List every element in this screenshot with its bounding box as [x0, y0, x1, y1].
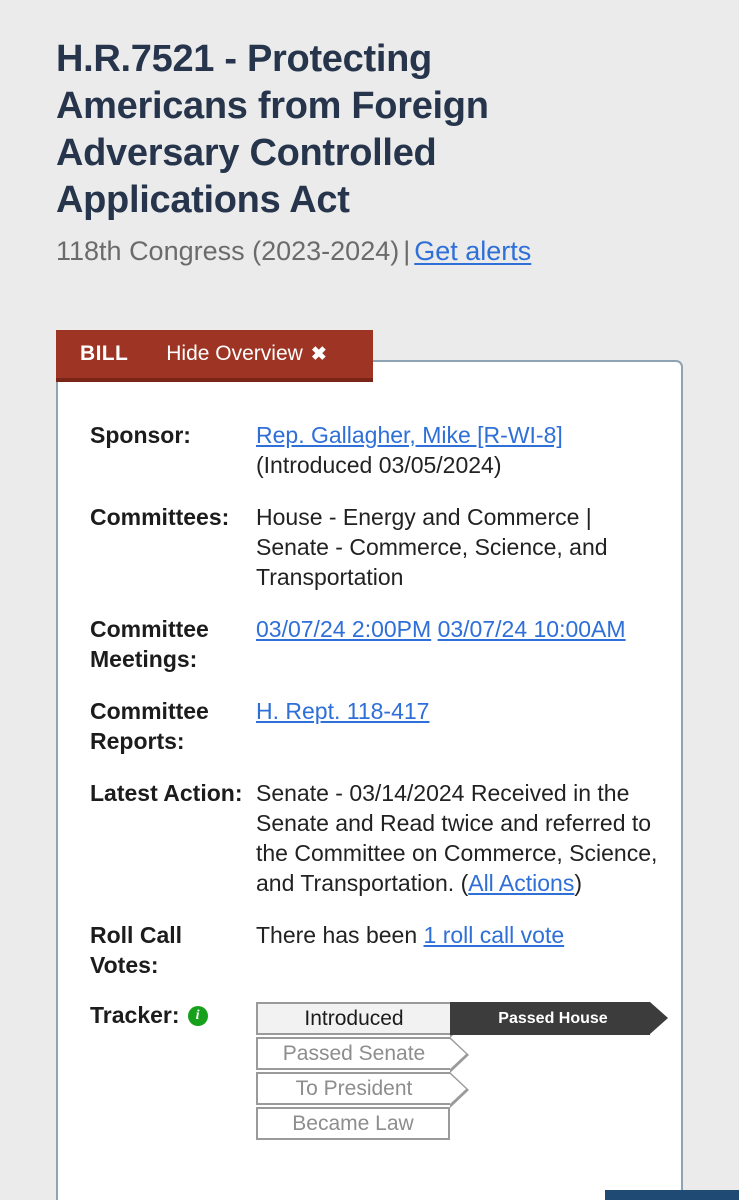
row-committee-meetings: Committee Meetings: 03/07/24 2:00PM 03/0…: [90, 614, 670, 674]
bill-page: H.R.7521 - Protecting Americans from For…: [0, 0, 739, 1200]
row-label-committee-meetings: Committee Meetings:: [90, 616, 209, 672]
right-gutter: [683, 0, 739, 1200]
committee-report-link[interactable]: H. Rept. 118-417: [256, 698, 429, 724]
tracker-step-passed-house[interactable]: Passed House: [450, 1002, 668, 1035]
row-value-roll-call-votes: There has been 1 roll call vote: [256, 920, 670, 980]
row-roll-call-votes: Roll Call Votes: There has been 1 roll c…: [90, 920, 670, 980]
get-alerts-link[interactable]: Get alerts: [414, 236, 531, 266]
row-label-latest-action: Latest Action:: [90, 780, 243, 806]
tracker-label-text: Tracker:: [90, 1002, 180, 1028]
title-block: H.R.7521 - Protecting Americans from For…: [56, 36, 676, 268]
bill-progress-tracker: Introduced Passed House Passed Senate To…: [256, 1002, 668, 1142]
separator: |: [403, 236, 411, 266]
hide-overview-label: Hide Overview: [166, 342, 303, 365]
roll-call-text: There has been: [256, 922, 424, 948]
bill-type-label: BILL: [80, 342, 129, 365]
row-value-sponsor: Rep. Gallagher, Mike [R-WI-8] (Introduce…: [256, 420, 670, 480]
close-icon: ✖: [310, 343, 327, 365]
sponsor-introduced-date: (Introduced 03/05/2024): [256, 452, 502, 478]
row-sponsor: Sponsor: Rep. Gallagher, Mike [R-WI-8] (…: [90, 420, 670, 480]
bottom-accent-bar: [605, 1190, 739, 1200]
row-label-sponsor: Sponsor:: [90, 422, 191, 448]
row-label-committees: Committees:: [90, 504, 230, 530]
tracker-step-passed-house-label: Passed House: [498, 1009, 608, 1027]
row-label-roll-call-votes: Roll Call Votes:: [90, 922, 183, 978]
row-committees: Committees: House - Energy and Commerce …: [90, 502, 670, 592]
committee-meeting-link-1[interactable]: 03/07/24 2:00PM: [256, 616, 431, 642]
tracker-step-became-law-label: Became Law: [292, 1111, 414, 1135]
tracker-step-to-president-label: To President: [295, 1076, 413, 1100]
hide-overview-button[interactable]: Hide Overview ✖: [166, 342, 326, 366]
tracker-step-passed-senate[interactable]: Passed Senate: [256, 1037, 469, 1073]
tracker-step-passed-senate-label: Passed Senate: [282, 1041, 426, 1065]
row-value-committee-reports: H. Rept. 118-417: [256, 696, 670, 756]
sponsor-link[interactable]: Rep. Gallagher, Mike [R-WI-8]: [256, 422, 563, 448]
tracker-step-introduced-label: Introduced: [304, 1006, 404, 1030]
row-label-tracker: Tracker: i: [90, 1002, 256, 1029]
tracker-step-to-president[interactable]: To President: [256, 1072, 469, 1108]
bill-overview-card: Sponsor: Rep. Gallagher, Mike [R-WI-8] (…: [56, 360, 683, 1200]
overview-banner: BILL Hide Overview ✖: [56, 330, 373, 382]
page-title: H.R.7521 - Protecting Americans from For…: [56, 38, 489, 221]
row-latest-action: Latest Action: Senate - 03/14/2024 Recei…: [90, 778, 670, 898]
roll-call-vote-link[interactable]: 1 roll call vote: [424, 922, 565, 948]
row-value-latest-action: Senate - 03/14/2024 Received in the Sena…: [256, 778, 670, 898]
row-value-committees: House - Energy and Commerce | Senate - C…: [256, 504, 608, 590]
row-tracker: Tracker: i Introduced Passed House Passe…: [90, 1002, 670, 1142]
row-committee-reports: Committee Reports: H. Rept. 118-417: [90, 696, 670, 756]
congress-label: 118th Congress (2023-2024): [56, 236, 400, 266]
row-label-committee-reports: Committee Reports:: [90, 698, 209, 754]
congress-line: 118th Congress (2023-2024) | Get alerts: [56, 234, 676, 268]
tracker-step-became-law[interactable]: Became Law: [256, 1107, 450, 1140]
latest-action-text: Senate - 03/14/2024 Received in the Sena…: [256, 780, 658, 896]
tracker-step-introduced[interactable]: Introduced: [256, 1002, 469, 1038]
committee-meeting-link-2[interactable]: 03/07/24 10:00AM: [438, 616, 626, 642]
all-actions-link[interactable]: All Actions: [468, 870, 574, 896]
overview-rows: Sponsor: Rep. Gallagher, Mike [R-WI-8] (…: [90, 420, 670, 1164]
info-icon[interactable]: i: [187, 1005, 208, 1026]
row-value-committee-meetings: 03/07/24 2:00PM 03/07/24 10:00AM: [256, 614, 670, 674]
latest-action-text-after: ): [574, 870, 583, 896]
